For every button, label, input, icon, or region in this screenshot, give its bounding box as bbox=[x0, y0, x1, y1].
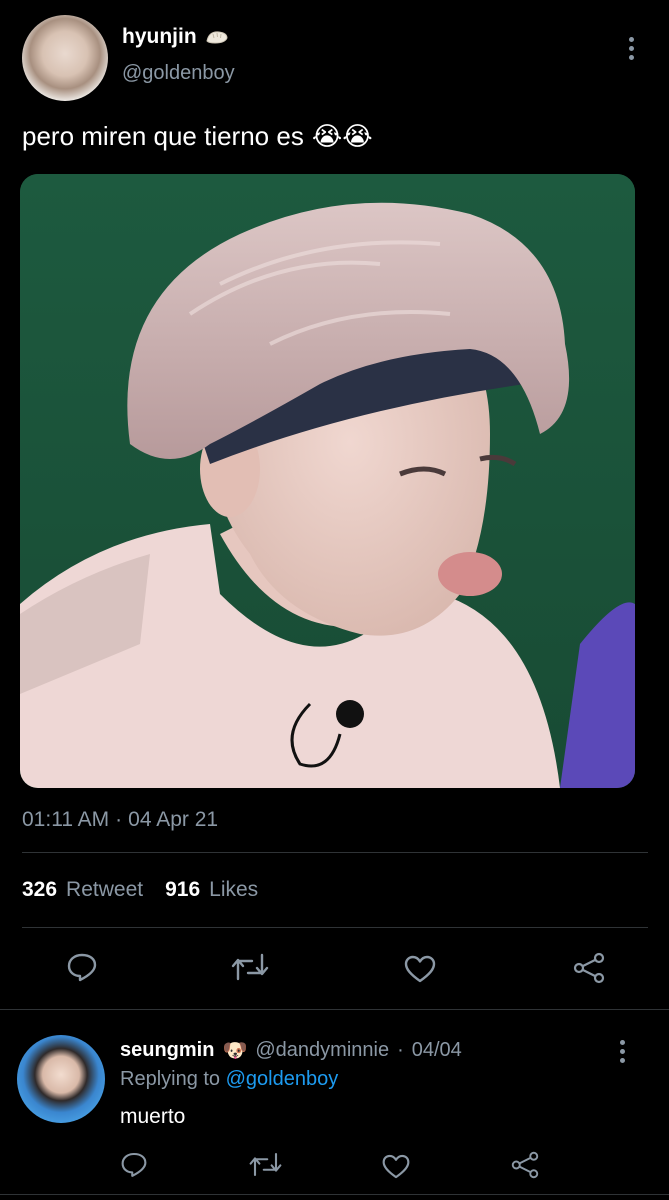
reply-author-handle[interactable]: @dandyminnie bbox=[255, 1039, 389, 1062]
share-icon[interactable] bbox=[572, 952, 606, 989]
retweet-icon[interactable] bbox=[230, 953, 270, 986]
more-options-icon[interactable] bbox=[629, 37, 635, 64]
reply-date: 04/04 bbox=[411, 1039, 462, 1061]
tweet-date: 04 Apr 21 bbox=[128, 808, 219, 831]
replying-to-handle[interactable]: @goldenboy bbox=[226, 1068, 339, 1090]
reply-icon[interactable] bbox=[66, 952, 98, 987]
reply-header-row: seungmin 🐶 @dandyminnie · 04/04 bbox=[120, 1038, 462, 1063]
reply-like-icon[interactable] bbox=[381, 1153, 411, 1185]
reply-author-avatar[interactable] bbox=[17, 1035, 105, 1123]
reply-reply-icon[interactable] bbox=[120, 1151, 148, 1183]
author-avatar[interactable] bbox=[22, 15, 108, 101]
tweet-stats: 326 Retweet 916 Likes bbox=[22, 878, 258, 902]
reply-date-separator: · bbox=[397, 1039, 404, 1061]
crying-emoji: 😭😭 bbox=[311, 121, 373, 151]
like-icon[interactable] bbox=[403, 954, 437, 989]
tweet-photo[interactable] bbox=[20, 174, 635, 788]
divider bbox=[0, 1009, 669, 1010]
author-handle[interactable]: @goldenboy bbox=[122, 62, 235, 85]
replying-to: Replying to @goldenboy bbox=[120, 1068, 338, 1091]
divider bbox=[22, 852, 648, 853]
likes-count[interactable]: 916 bbox=[165, 878, 200, 902]
author-name[interactable]: hyunjin bbox=[122, 25, 197, 49]
tweet-timestamp: 01:11 AM · 04 Apr 21 bbox=[22, 808, 218, 832]
timestamp-separator: · bbox=[115, 808, 123, 831]
reply-share-icon[interactable] bbox=[510, 1151, 540, 1184]
tweet-text: pero miren que tierno es bbox=[22, 121, 304, 151]
reply-text: muerto bbox=[120, 1105, 186, 1128]
replying-to-label: Replying to bbox=[120, 1068, 221, 1090]
reply-retweet-icon[interactable] bbox=[248, 1152, 283, 1182]
author-name-row: hyunjin bbox=[122, 25, 229, 49]
tweet-time: 01:11 AM bbox=[22, 808, 110, 831]
tweet-text-row: pero miren que tierno es 😭😭 bbox=[22, 121, 373, 152]
retweets-count[interactable]: 326 bbox=[22, 878, 57, 902]
divider bbox=[22, 927, 648, 928]
reply-author-name[interactable]: seungmin bbox=[120, 1039, 214, 1062]
retweets-label[interactable]: Retweet bbox=[66, 878, 143, 902]
divider bbox=[0, 1194, 669, 1195]
reply-more-options-icon[interactable] bbox=[620, 1040, 626, 1067]
likes-label[interactable]: Likes bbox=[209, 878, 258, 902]
dog-emoji: 🐶 bbox=[222, 1040, 248, 1062]
dumpling-emoji-icon bbox=[205, 29, 229, 45]
